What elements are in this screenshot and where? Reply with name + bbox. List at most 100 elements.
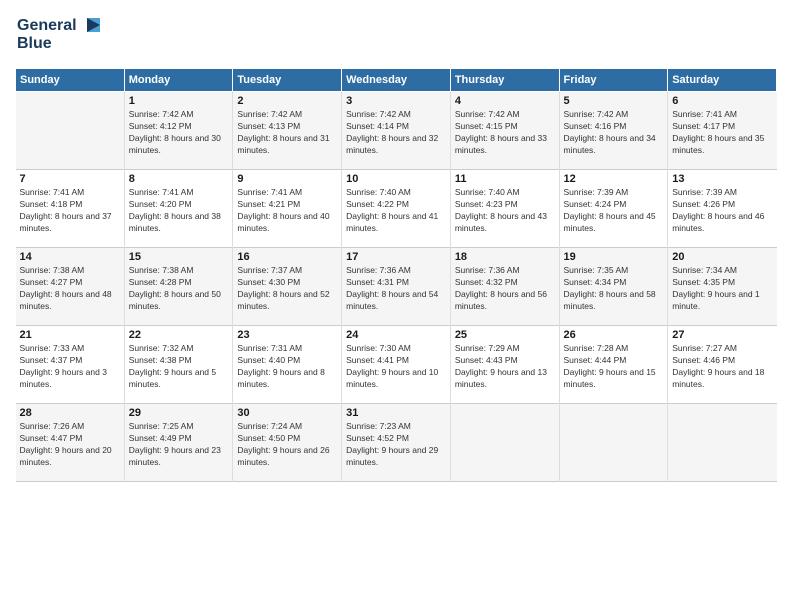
day-number: 24 <box>346 329 446 341</box>
week-row-4: 21Sunrise: 7:33 AMSunset: 4:37 PMDayligh… <box>16 326 777 404</box>
day-info: Sunrise: 7:38 AMSunset: 4:28 PMDaylight:… <box>129 265 229 313</box>
day-number: 16 <box>237 251 337 263</box>
calendar-cell: 20Sunrise: 7:34 AMSunset: 4:35 PMDayligh… <box>668 248 777 326</box>
calendar-cell: 16 Sunrise: 7:37 AMSunset: 4:30 PMDayligh… <box>233 248 342 326</box>
week-row-1: 1 Sunrise: 7:42 AMSunset: 4:12 PMDaylight… <box>16 92 777 170</box>
day-info: Sunrise: 7:27 AMSunset: 4:46 PMDaylight:… <box>672 343 772 391</box>
calendar-cell: 3 Sunrise: 7:42 AMSunset: 4:14 PMDaylight… <box>342 92 451 170</box>
day-number: 3 <box>346 95 446 107</box>
logo: General Blue <box>15 10 105 60</box>
calendar-cell: 29 Sunrise: 7:25 AMSunset: 4:49 PMDayligh… <box>124 404 233 482</box>
day-number: 25 <box>455 329 555 341</box>
calendar-cell <box>450 404 559 482</box>
day-number: 1 <box>129 95 229 107</box>
calendar-page: General Blue SundayMondayTuesdayWednesda… <box>0 0 792 612</box>
week-row-3: 14 Sunrise: 7:38 AMSunset: 4:27 PMDayligh… <box>16 248 777 326</box>
calendar-cell: 23Sunrise: 7:31 AMSunset: 4:40 PMDayligh… <box>233 326 342 404</box>
day-number: 22 <box>129 329 229 341</box>
day-number: 18 <box>455 251 555 263</box>
day-info: Sunrise: 7:41 AMSunset: 4:17 PMDaylight:… <box>672 109 772 157</box>
day-number: 12 <box>564 173 664 185</box>
day-info: Sunrise: 7:41 AMSunset: 4:18 PMDaylight:… <box>20 187 120 235</box>
day-number: 30 <box>237 407 337 419</box>
day-info: Sunrise: 7:35 AMSunset: 4:34 PMDaylight:… <box>564 265 664 313</box>
day-info: Sunrise: 7:28 AMSunset: 4:44 PMDaylight:… <box>564 343 664 391</box>
day-number: 13 <box>672 173 772 185</box>
calendar-cell: 5 Sunrise: 7:42 AMSunset: 4:16 PMDaylight… <box>559 92 668 170</box>
day-info: Sunrise: 7:31 AMSunset: 4:40 PMDaylight:… <box>237 343 337 391</box>
calendar-cell: 4 Sunrise: 7:42 AMSunset: 4:15 PMDaylight… <box>450 92 559 170</box>
day-info: Sunrise: 7:36 AMSunset: 4:31 PMDaylight:… <box>346 265 446 313</box>
day-info: Sunrise: 7:42 AMSunset: 4:13 PMDaylight:… <box>237 109 337 157</box>
day-number: 6 <box>672 95 772 107</box>
day-info: Sunrise: 7:25 AMSunset: 4:49 PMDaylight:… <box>129 421 229 469</box>
header-row: SundayMondayTuesdayWednesdayThursdayFrid… <box>16 69 777 92</box>
calendar-cell <box>559 404 668 482</box>
day-info: Sunrise: 7:32 AMSunset: 4:38 PMDaylight:… <box>129 343 229 391</box>
col-header-thursday: Thursday <box>450 69 559 92</box>
col-header-monday: Monday <box>124 69 233 92</box>
day-info: Sunrise: 7:42 AMSunset: 4:12 PMDaylight:… <box>129 109 229 157</box>
day-number: 17 <box>346 251 446 263</box>
calendar-cell <box>668 404 777 482</box>
calendar-cell: 6 Sunrise: 7:41 AMSunset: 4:17 PMDaylight… <box>668 92 777 170</box>
day-info: Sunrise: 7:42 AMSunset: 4:14 PMDaylight:… <box>346 109 446 157</box>
day-number: 7 <box>20 173 120 185</box>
day-number: 31 <box>346 407 446 419</box>
day-info: Sunrise: 7:39 AMSunset: 4:24 PMDaylight:… <box>564 187 664 235</box>
day-number: 10 <box>346 173 446 185</box>
day-number: 29 <box>129 407 229 419</box>
day-info: Sunrise: 7:40 AMSunset: 4:22 PMDaylight:… <box>346 187 446 235</box>
calendar-cell: 12 Sunrise: 7:39 AMSunset: 4:24 PMDayligh… <box>559 170 668 248</box>
calendar-cell: 10 Sunrise: 7:40 AMSunset: 4:22 PMDayligh… <box>342 170 451 248</box>
day-info: Sunrise: 7:41 AMSunset: 4:21 PMDaylight:… <box>237 187 337 235</box>
day-number: 26 <box>564 329 664 341</box>
day-info: Sunrise: 7:40 AMSunset: 4:23 PMDaylight:… <box>455 187 555 235</box>
calendar-cell: 26 Sunrise: 7:28 AMSunset: 4:44 PMDayligh… <box>559 326 668 404</box>
day-info: Sunrise: 7:30 AMSunset: 4:41 PMDaylight:… <box>346 343 446 391</box>
day-info: Sunrise: 7:34 AMSunset: 4:35 PMDaylight:… <box>672 265 772 313</box>
day-number: 8 <box>129 173 229 185</box>
day-number: 2 <box>237 95 337 107</box>
day-number: 5 <box>564 95 664 107</box>
day-number: 9 <box>237 173 337 185</box>
calendar-cell: 28Sunrise: 7:26 AMSunset: 4:47 PMDayligh… <box>16 404 125 482</box>
day-number: 27 <box>672 329 772 341</box>
day-number: 14 <box>20 251 120 263</box>
calendar-cell: 17 Sunrise: 7:36 AMSunset: 4:31 PMDayligh… <box>342 248 451 326</box>
day-info: Sunrise: 7:29 AMSunset: 4:43 PMDaylight:… <box>455 343 555 391</box>
day-number: 11 <box>455 173 555 185</box>
day-info: Sunrise: 7:42 AMSunset: 4:15 PMDaylight:… <box>455 109 555 157</box>
calendar-cell: 22 Sunrise: 7:32 AMSunset: 4:38 PMDayligh… <box>124 326 233 404</box>
week-row-5: 28Sunrise: 7:26 AMSunset: 4:47 PMDayligh… <box>16 404 777 482</box>
calendar-cell: 13 Sunrise: 7:39 AMSunset: 4:26 PMDayligh… <box>668 170 777 248</box>
calendar-cell: 30Sunrise: 7:24 AMSunset: 4:50 PMDayligh… <box>233 404 342 482</box>
col-header-sunday: Sunday <box>16 69 125 92</box>
calendar-cell <box>16 92 125 170</box>
calendar-cell: 31Sunrise: 7:23 AMSunset: 4:52 PMDayligh… <box>342 404 451 482</box>
calendar-cell: 24 Sunrise: 7:30 AMSunset: 4:41 PMDayligh… <box>342 326 451 404</box>
logo-icon: General Blue <box>15 10 105 55</box>
day-info: Sunrise: 7:37 AMSunset: 4:30 PMDaylight:… <box>237 265 337 313</box>
calendar-cell: 8 Sunrise: 7:41 AMSunset: 4:20 PMDaylight… <box>124 170 233 248</box>
calendar-cell: 14 Sunrise: 7:38 AMSunset: 4:27 PMDayligh… <box>16 248 125 326</box>
day-info: Sunrise: 7:36 AMSunset: 4:32 PMDaylight:… <box>455 265 555 313</box>
calendar-cell: 9 Sunrise: 7:41 AMSunset: 4:21 PMDaylight… <box>233 170 342 248</box>
calendar-cell: 18 Sunrise: 7:36 AMSunset: 4:32 PMDayligh… <box>450 248 559 326</box>
day-info: Sunrise: 7:39 AMSunset: 4:26 PMDaylight:… <box>672 187 772 235</box>
calendar-cell: 11 Sunrise: 7:40 AMSunset: 4:23 PMDayligh… <box>450 170 559 248</box>
day-number: 19 <box>564 251 664 263</box>
day-info: Sunrise: 7:42 AMSunset: 4:16 PMDaylight:… <box>564 109 664 157</box>
svg-text:General: General <box>17 17 77 34</box>
day-info: Sunrise: 7:26 AMSunset: 4:47 PMDaylight:… <box>20 421 120 469</box>
day-info: Sunrise: 7:41 AMSunset: 4:20 PMDaylight:… <box>129 187 229 235</box>
day-info: Sunrise: 7:38 AMSunset: 4:27 PMDaylight:… <box>20 265 120 313</box>
calendar-cell: 15Sunrise: 7:38 AMSunset: 4:28 PMDayligh… <box>124 248 233 326</box>
day-number: 4 <box>455 95 555 107</box>
calendar-cell: 27 Sunrise: 7:27 AMSunset: 4:46 PMDayligh… <box>668 326 777 404</box>
col-header-wednesday: Wednesday <box>342 69 451 92</box>
col-header-friday: Friday <box>559 69 668 92</box>
day-info: Sunrise: 7:33 AMSunset: 4:37 PMDaylight:… <box>20 343 120 391</box>
calendar-table: SundayMondayTuesdayWednesdayThursdayFrid… <box>15 68 777 482</box>
calendar-cell: 21Sunrise: 7:33 AMSunset: 4:37 PMDayligh… <box>16 326 125 404</box>
